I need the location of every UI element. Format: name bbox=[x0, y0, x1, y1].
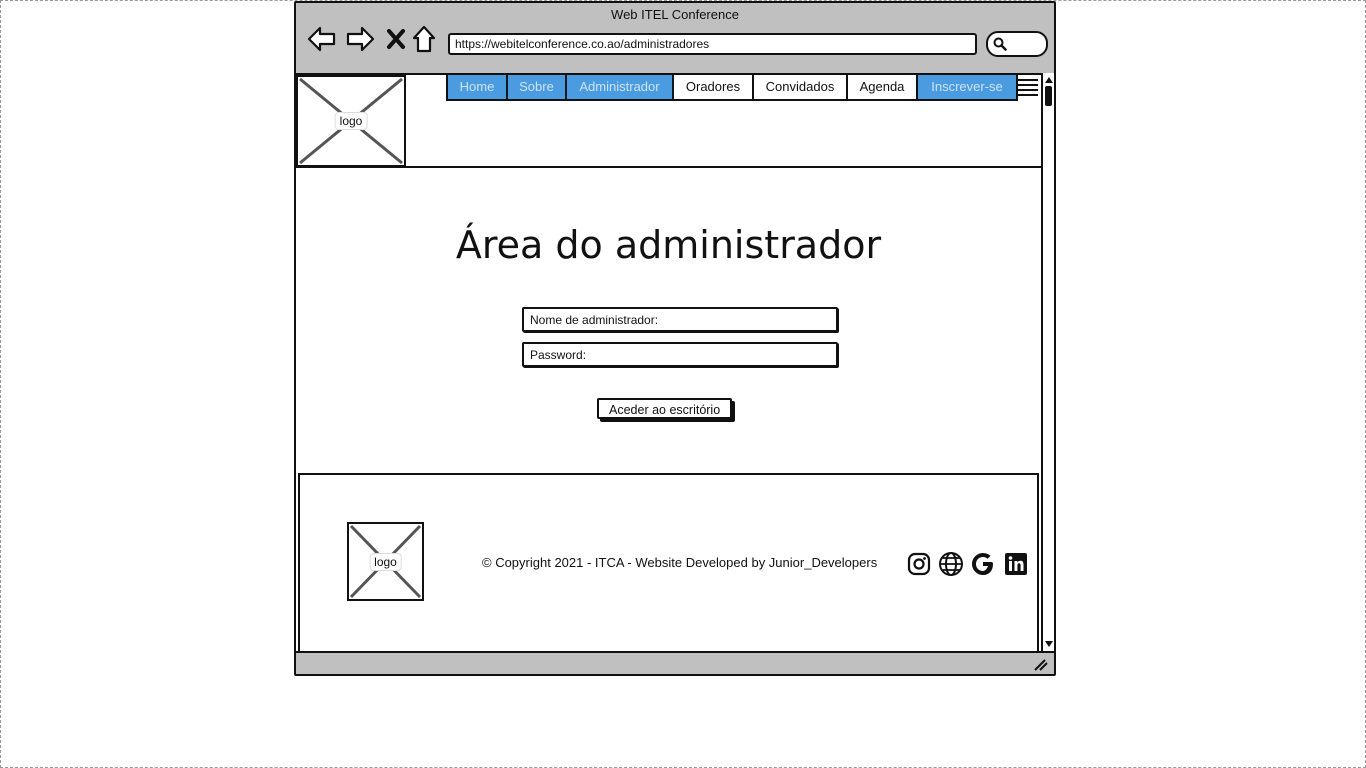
instagram-icon bbox=[907, 552, 931, 576]
footer: logo © Copyright 2021 - ITCA - Website D… bbox=[298, 473, 1039, 653]
menu-item-agenda[interactable]: Agenda bbox=[848, 75, 918, 99]
logo-label: logo bbox=[369, 552, 402, 571]
scroll-down-arrow-icon[interactable] bbox=[1044, 639, 1054, 649]
copyright-text: © Copyright 2021 - ITCA - Website Develo… bbox=[482, 555, 878, 570]
page-title: Área do administrador bbox=[455, 223, 882, 267]
page-viewport: logo Home Sobre Administrador Oradores C… bbox=[296, 73, 1041, 653]
browser-search-field[interactable] bbox=[986, 31, 1048, 57]
home-icon bbox=[412, 25, 436, 53]
browser-window: Web ITEL Conference https://webitelconfe… bbox=[294, 1, 1056, 676]
hamburger-icon bbox=[1016, 79, 1038, 96]
status-bar bbox=[296, 651, 1054, 674]
password-input[interactable] bbox=[530, 344, 820, 365]
back-arrow-icon bbox=[307, 26, 336, 52]
hamburger-menu-button[interactable] bbox=[1015, 77, 1039, 104]
username-field[interactable] bbox=[522, 307, 838, 332]
menu-item-convidados[interactable]: Convidados bbox=[754, 75, 848, 99]
vertical-scrollbar[interactable] bbox=[1041, 73, 1054, 651]
linkedin-link[interactable] bbox=[1003, 551, 1029, 577]
menu-item-label: Convidados bbox=[765, 79, 835, 94]
header-divider bbox=[296, 166, 1041, 168]
logo-label: logo bbox=[334, 112, 368, 130]
menu-item-inscrever-se[interactable]: Inscrever-se bbox=[918, 75, 1016, 99]
home-button[interactable] bbox=[408, 23, 440, 55]
menu-item-label: Home bbox=[459, 79, 495, 94]
globe-icon bbox=[939, 552, 963, 576]
username-input[interactable] bbox=[530, 309, 820, 330]
menu-item-label: Agenda bbox=[859, 79, 905, 94]
forward-button[interactable] bbox=[344, 23, 376, 55]
google-link[interactable] bbox=[970, 551, 996, 577]
main-menu: Home Sobre Administrador Oradores Convid… bbox=[446, 75, 1018, 101]
instagram-link[interactable] bbox=[906, 551, 932, 577]
header-logo[interactable]: logo bbox=[296, 75, 406, 167]
scroll-up-arrow-icon[interactable] bbox=[1044, 75, 1054, 85]
url-bar[interactable]: https://webitelconference.co.ao/administ… bbox=[448, 33, 977, 55]
menu-item-label: Sobre bbox=[519, 79, 554, 94]
close-icon bbox=[387, 29, 405, 49]
menu-item-oradores[interactable]: Oradores bbox=[674, 75, 754, 99]
menu-item-sobre[interactable]: Sobre bbox=[508, 75, 567, 99]
forward-arrow-icon bbox=[346, 26, 375, 52]
menu-item-label: Inscrever-se bbox=[931, 79, 1003, 94]
search-icon bbox=[993, 37, 1007, 51]
password-field[interactable] bbox=[522, 342, 838, 367]
website-link[interactable] bbox=[938, 551, 964, 577]
google-icon bbox=[972, 553, 993, 575]
linkedin-icon bbox=[1005, 553, 1027, 575]
menu-item-administrador[interactable]: Administrador bbox=[567, 75, 674, 99]
login-button[interactable]: Aceder ao escritório bbox=[597, 398, 733, 419]
menu-item-label: Administrador bbox=[579, 79, 660, 94]
window-title: Web ITEL Conference bbox=[611, 7, 739, 22]
footer-logo[interactable]: logo bbox=[347, 522, 424, 601]
scrollbar-thumb[interactable] bbox=[1045, 86, 1052, 106]
resize-grip-icon[interactable] bbox=[1032, 657, 1048, 671]
menu-item-home[interactable]: Home bbox=[448, 75, 508, 99]
menu-item-label: Oradores bbox=[685, 79, 741, 94]
back-button[interactable] bbox=[306, 23, 338, 55]
